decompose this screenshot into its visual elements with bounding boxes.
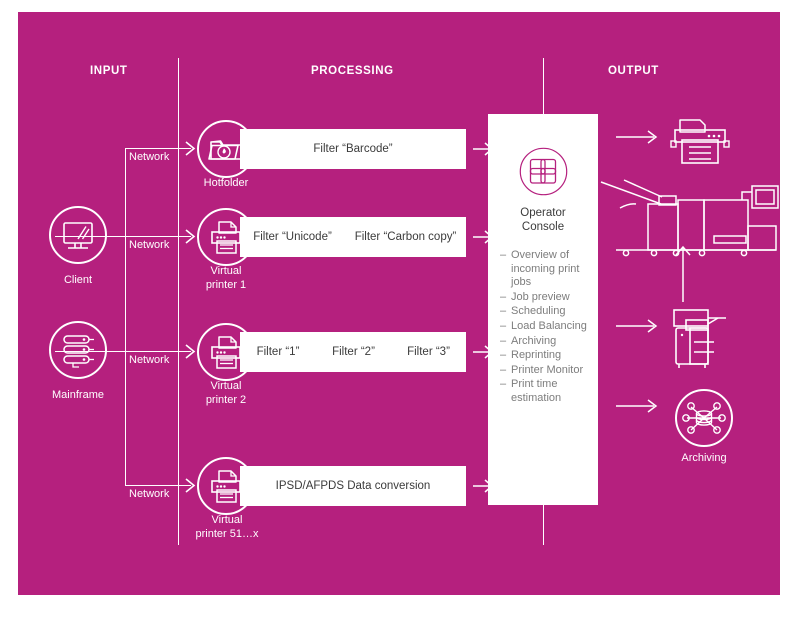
virtual-printer-1-label: Virtual printer 1	[205, 265, 247, 291]
section-title-processing: PROCESSING	[311, 65, 394, 77]
filter-segment[interactable]: Filter “1”	[240, 332, 316, 372]
filter-bar-virtual-printer-51x[interactable]: IPSD/AFPDS Data conversion	[240, 466, 466, 506]
virtual-printer-2-label: Virtual printer 2	[205, 380, 247, 406]
network-label-4: Network	[129, 488, 170, 500]
production-press-icon	[600, 179, 779, 257]
filter-segment[interactable]: Filter “Carbon copy”	[345, 217, 466, 257]
operator-console-title-line1: Operator	[520, 207, 566, 219]
office-printer-icon	[670, 119, 730, 164]
network-label-2: Network	[129, 239, 170, 251]
cut-sheet-printer-icon	[673, 309, 726, 368]
archiving-icon-badge	[675, 389, 733, 447]
filter-segment[interactable]: IPSD/AFPDS Data conversion	[240, 466, 466, 506]
output-arrow-cut-sheet-printer	[616, 319, 658, 333]
output-arrow-office-printer	[616, 130, 658, 144]
section-title-output: OUTPUT	[608, 65, 659, 77]
operator-console-feature-list: Overview of incoming print jobs Job prev…	[500, 249, 592, 407]
client-label: Client	[63, 274, 93, 286]
filter-bar-hotfolder[interactable]: Filter “Barcode”	[240, 129, 466, 169]
client-icon-badge	[49, 206, 107, 264]
virtual-printer-51x-label: Virtual printer 51…x	[195, 514, 259, 540]
overlapping-windows-icon	[519, 147, 568, 196]
list-item: Overview of incoming print jobs	[500, 249, 592, 290]
filter-segment[interactable]: Filter “2”	[316, 332, 391, 372]
list-item: Load Balancing	[500, 320, 592, 334]
filter-segment[interactable]: Filter “Unicode”	[240, 217, 345, 257]
monitor-icon	[63, 222, 93, 249]
list-item: Job preview	[500, 291, 592, 305]
network-trunk-line	[125, 148, 126, 485]
server-stack-icon	[63, 335, 94, 368]
divider-input-processing	[178, 58, 179, 545]
hotfolder-label: Hotfolder	[203, 177, 249, 189]
operator-console-panel[interactable]: Operator Console Overview of incoming pr…	[488, 114, 598, 505]
mainframe-icon-badge	[49, 321, 107, 379]
diagram-canvas: INPUT PROCESSING OUTPUT Network Network …	[0, 0, 795, 618]
operator-console-title-line2: Console	[521, 221, 565, 233]
filter-segment[interactable]: Filter “Barcode”	[240, 129, 466, 169]
filter-segment[interactable]: Filter “3”	[391, 332, 466, 372]
list-item: Archiving	[500, 335, 592, 349]
archiving-network-icon	[682, 402, 726, 434]
filter-bar-virtual-printer-1[interactable]: Filter “Unicode” Filter “Carbon copy”	[240, 217, 466, 257]
output-arrow-archiving	[616, 399, 658, 413]
list-item: Reprinting	[500, 349, 592, 363]
network-label-3: Network	[129, 354, 170, 366]
magenta-panel: INPUT PROCESSING OUTPUT Network Network …	[18, 12, 780, 595]
list-item: Print time estimation	[500, 378, 592, 405]
mainframe-label: Mainframe	[52, 389, 104, 401]
section-title-input: INPUT	[90, 65, 128, 77]
list-item: Printer Monitor	[500, 364, 592, 378]
list-item: Scheduling	[500, 305, 592, 319]
network-branch-1	[125, 148, 191, 149]
divider-processing-output-bottom	[543, 501, 544, 545]
network-label-1: Network	[129, 151, 170, 163]
archiving-label: Archiving	[681, 452, 727, 464]
network-branch-4	[125, 485, 191, 486]
filter-bar-virtual-printer-2[interactable]: Filter “1” Filter “2” Filter “3”	[240, 332, 466, 372]
